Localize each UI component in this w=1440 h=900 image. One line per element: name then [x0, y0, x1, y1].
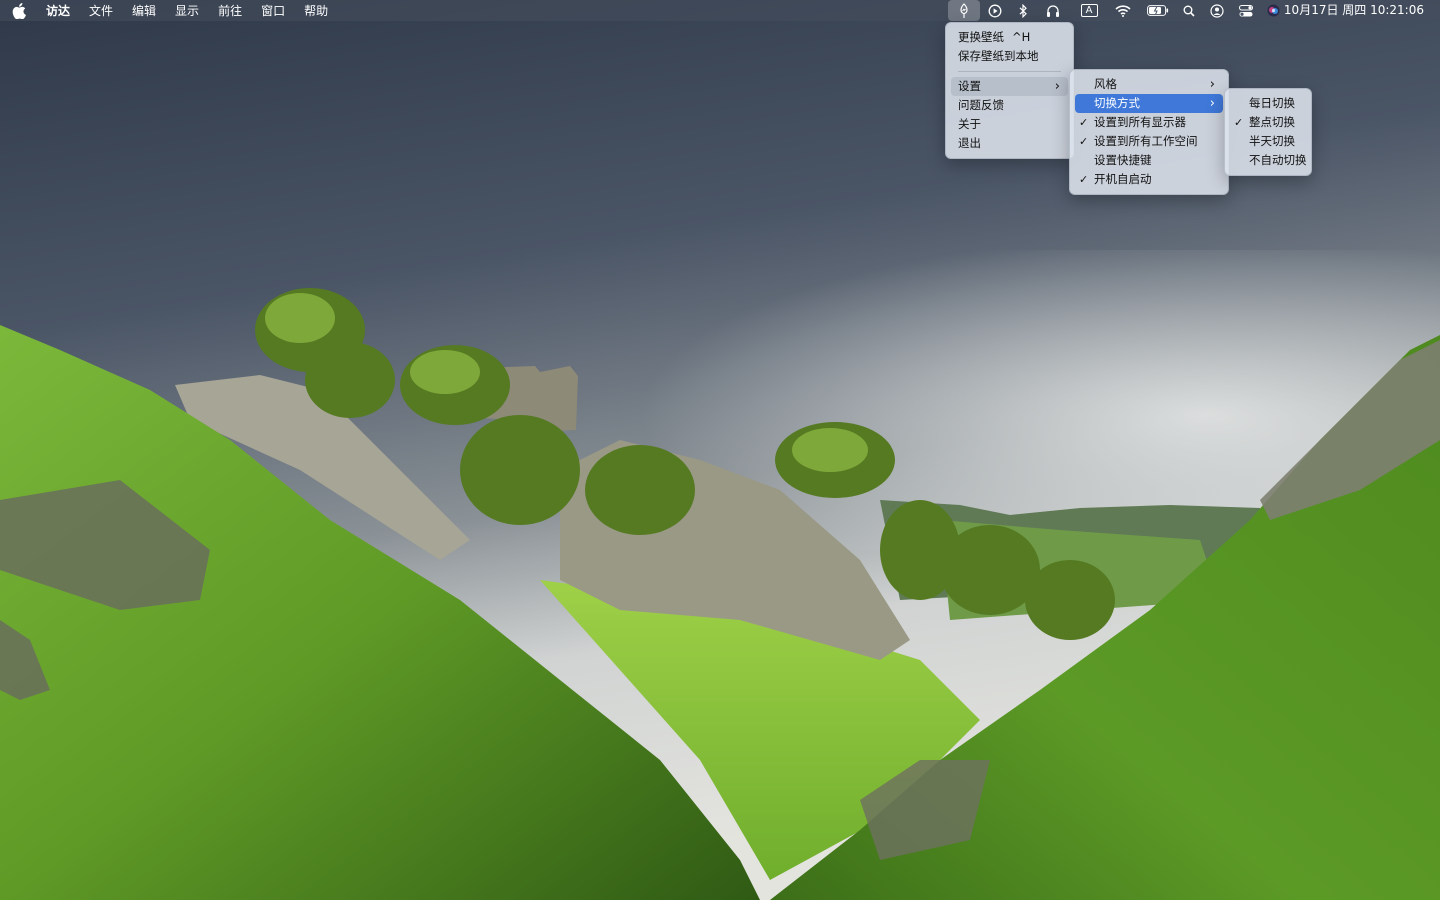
checkmark-icon: ✓	[1079, 135, 1089, 148]
menu-file[interactable]: 文件	[89, 2, 113, 19]
checkmark-icon: ✓	[1079, 116, 1089, 129]
hourly-switch-item[interactable]: ✓ 整点切换	[1230, 113, 1306, 132]
chevron-right-icon: ›	[1209, 77, 1215, 92]
wallpaper-app-menu: 更换壁纸 ^H 保存壁纸到本地 设置 › 问题反馈 关于 退出	[945, 22, 1074, 159]
menu-separator	[958, 71, 1061, 72]
quit-item[interactable]: 退出	[951, 134, 1068, 153]
feedback-label: 问题反馈	[958, 98, 1004, 112]
headphones-icon[interactable]	[1043, 0, 1063, 21]
change-wallpaper-shortcut: ^H	[1012, 30, 1031, 44]
apple-menu-icon[interactable]	[12, 2, 34, 19]
half-day-switch-label: 半天切换	[1249, 134, 1295, 148]
checkmark-icon: ✓	[1079, 173, 1089, 186]
save-wallpaper-item[interactable]: 保存壁纸到本地	[951, 47, 1068, 66]
shortcut-label: 设置快捷键	[1094, 153, 1152, 167]
no-auto-switch-label: 不自动切换	[1249, 153, 1307, 167]
search-icon[interactable]	[1181, 0, 1197, 21]
wifi-icon[interactable]	[1113, 0, 1133, 21]
control-center-icon[interactable]	[1237, 0, 1255, 21]
no-auto-switch-item[interactable]: 不自动切换	[1230, 151, 1307, 170]
daily-switch-label: 每日切换	[1249, 96, 1295, 110]
launch-at-login-label: 开机自启动	[1094, 172, 1152, 186]
menu-bar-clock[interactable]: 10月17日 周四 10:21:06	[1284, 0, 1424, 21]
wallpaper-app-icon[interactable]	[948, 0, 980, 21]
hourly-switch-label: 整点切换	[1249, 115, 1295, 129]
switch-mode-submenu: 每日切换 ✓ 整点切换 半天切换 不自动切换	[1224, 88, 1312, 176]
settings-label: 设置	[958, 79, 981, 93]
change-wallpaper-label: 更换壁纸	[958, 30, 1004, 44]
menu-go[interactable]: 前往	[218, 2, 242, 19]
menu-help[interactable]: 帮助	[304, 2, 328, 19]
switch-mode-label: 切换方式	[1094, 96, 1140, 110]
settings-submenu: 风格 › 切换方式 › ✓ 设置到所有显示器 ✓ 设置到所有工作空间 设置快捷键…	[1069, 69, 1229, 195]
input-method-label: A	[1080, 4, 1098, 17]
menu-app-name[interactable]: 访达	[46, 2, 70, 19]
switch-mode-item[interactable]: 切换方式 ›	[1075, 94, 1223, 113]
change-wallpaper-item[interactable]: 更换壁纸 ^H	[951, 28, 1068, 47]
about-label: 关于	[958, 117, 981, 131]
about-item[interactable]: 关于	[951, 115, 1068, 134]
chevron-right-icon: ›	[1054, 79, 1060, 94]
input-method-icon[interactable]: A	[1078, 0, 1100, 21]
user-icon[interactable]	[1208, 0, 1226, 21]
bluetooth-icon[interactable]	[1015, 0, 1031, 21]
feedback-item[interactable]: 问题反馈	[951, 96, 1068, 115]
style-label: 风格	[1094, 77, 1117, 91]
shortcut-item[interactable]: 设置快捷键	[1075, 151, 1223, 170]
settings-item[interactable]: 设置 ›	[951, 77, 1068, 96]
daily-switch-item[interactable]: 每日切换	[1230, 94, 1306, 113]
launch-at-login-item[interactable]: ✓ 开机自启动	[1075, 170, 1223, 189]
all-displays-label: 设置到所有显示器	[1094, 115, 1186, 129]
menu-edit[interactable]: 编辑	[132, 2, 156, 19]
chevron-right-icon: ›	[1209, 96, 1215, 111]
menu-view[interactable]: 显示	[175, 2, 199, 19]
all-displays-item[interactable]: ✓ 设置到所有显示器	[1075, 113, 1223, 132]
save-wallpaper-label: 保存壁纸到本地	[958, 49, 1039, 63]
quit-label: 退出	[958, 136, 981, 150]
all-workspaces-label: 设置到所有工作空间	[1094, 134, 1198, 148]
menu-bar: 访达 文件 编辑 显示 前往 窗口 帮助 A 10月17日 周四 10:21:0…	[0, 0, 1440, 21]
half-day-switch-item[interactable]: 半天切换	[1230, 132, 1306, 151]
battery-icon[interactable]	[1145, 0, 1171, 21]
siri-icon[interactable]	[1265, 0, 1281, 21]
play-circle-icon[interactable]	[986, 0, 1004, 21]
all-workspaces-item[interactable]: ✓ 设置到所有工作空间	[1075, 132, 1223, 151]
style-item[interactable]: 风格 ›	[1075, 75, 1223, 94]
checkmark-icon: ✓	[1234, 116, 1244, 129]
menu-window[interactable]: 窗口	[261, 2, 285, 19]
